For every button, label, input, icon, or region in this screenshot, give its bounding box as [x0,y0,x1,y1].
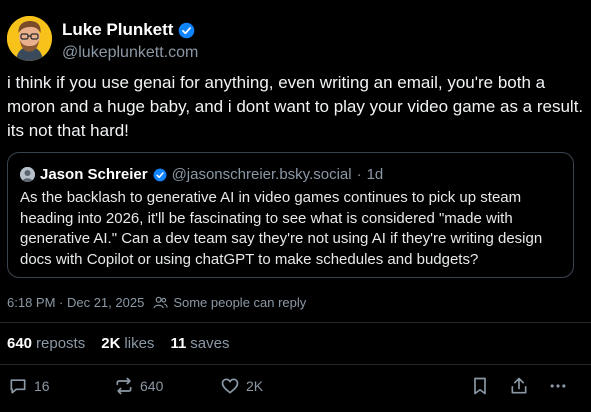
quoted-author-name: Jason Schreier [40,166,148,183]
more-icon [550,384,566,388]
reposts-stat[interactable]: 640 reposts [7,335,85,352]
quoted-author-avatar [20,167,35,182]
quoted-post-header: Jason Schreier @jasonschreier.bsky.socia… [20,166,383,183]
quoted-post-age: 1d [366,166,384,183]
reply-icon [10,379,26,394]
post-thread-view: Luke Plunkett @lukeplunkett.com i think … [0,0,591,412]
avatar-illustration [7,16,52,61]
quoted-verified-badge-icon [153,168,166,181]
bookmark-icon [474,377,486,395]
post-meta: 6:18 PM · Dec 21, 2025 Some people can r… [7,295,306,310]
post-timestamp[interactable]: 6:18 PM · Dec 21, 2025 [7,295,144,310]
quoted-separator: · [356,166,362,183]
author-display-name[interactable]: Luke Plunkett [62,20,173,40]
author-name-row: Luke Plunkett [62,20,195,40]
like-count: 2K [246,378,264,394]
quoted-post-text: As the backlash to generative AI in vide… [20,189,543,268]
author-handle[interactable]: @lukeplunkett.com [62,44,198,62]
quoted-author-handle: @jasonschreier.bsky.social [171,166,352,183]
people-icon [153,296,169,309]
divider-top [0,322,591,323]
share-button[interactable] [509,376,529,396]
post-text: i think if you use genai for anything, e… [7,73,584,140]
like-button[interactable]: 2K [220,376,263,396]
author-avatar[interactable] [7,16,52,61]
verified-badge-icon [179,22,195,38]
more-options-button[interactable] [548,376,568,396]
quoted-post-card[interactable]: Jason Schreier @jasonschreier.bsky.socia… [7,152,574,278]
reply-button[interactable]: 16 [8,376,50,396]
divider-bottom [0,364,591,365]
repost-count: 640 [140,378,164,394]
bookmark-button[interactable] [470,376,490,396]
repost-icon [116,377,132,395]
post-stats: 640 reposts 2K likes 11 saves [7,335,229,352]
share-icon [511,377,527,394]
saves-stat[interactable]: 11 saves [170,335,229,352]
likes-stat[interactable]: 2K likes [101,335,154,352]
action-bar: 16 640 2K [0,376,591,400]
reply-count: 16 [34,378,50,394]
reply-restriction[interactable]: Some people can reply [173,295,306,310]
like-icon [221,378,239,394]
repost-button[interactable]: 640 [114,376,163,396]
